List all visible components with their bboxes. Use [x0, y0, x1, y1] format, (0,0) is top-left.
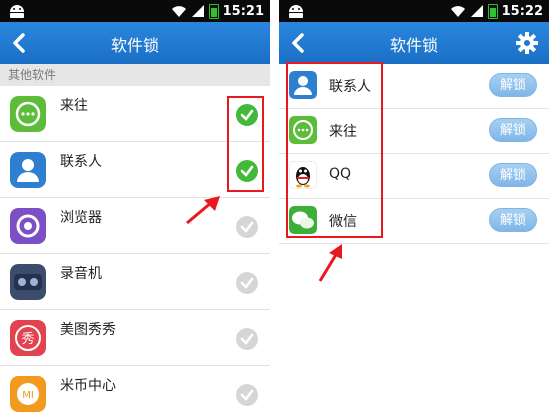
app-name: 米币中心: [60, 378, 116, 394]
red-arrow-icon: [186, 196, 220, 225]
check-off-icon[interactable]: [236, 384, 258, 406]
battery-icon: [487, 3, 498, 19]
mibi-icon-text: MI: [22, 390, 34, 401]
screen-left: 15:21 软件锁 其他软件 来往 联系人 浏览器 录音机 秀 美图秀秀 MI …: [0, 0, 270, 415]
browser-icon: [10, 208, 46, 244]
divider: [270, 0, 279, 415]
unlock-button[interactable]: 解锁: [489, 208, 537, 232]
highlight-box: [227, 96, 264, 192]
meitu-icon: 秀: [10, 320, 46, 356]
status-time: 15:21: [222, 3, 264, 19]
signal-icon: [470, 5, 483, 17]
list-item-browser[interactable]: 浏览器: [0, 198, 270, 254]
status-bar: 15:21: [0, 0, 270, 22]
status-bar: 15:22: [279, 0, 549, 22]
title-bar: 软件锁: [0, 22, 270, 64]
unlock-button[interactable]: 解锁: [489, 73, 537, 97]
signal-icon: [191, 5, 204, 17]
list-item-mibi[interactable]: MI 米币中心: [0, 366, 270, 415]
android-icon: [10, 5, 24, 18]
list-item-meitu[interactable]: 秀 美图秀秀: [0, 310, 270, 366]
list-item-recorder[interactable]: 录音机: [0, 254, 270, 310]
gear-icon[interactable]: [515, 31, 539, 55]
status-time: 15:22: [501, 3, 543, 19]
page-title: 软件锁: [389, 36, 438, 55]
title-bar: 软件锁: [279, 22, 549, 64]
unlock-button[interactable]: 解锁: [489, 163, 537, 187]
highlight-box: [286, 62, 383, 238]
battery-icon: [208, 3, 219, 19]
unlock-button[interactable]: 解锁: [489, 118, 537, 142]
wifi-icon: [171, 6, 186, 17]
red-arrow-icon: [318, 244, 342, 282]
app-name: 浏览器: [60, 210, 102, 226]
app-name: 联系人: [60, 154, 102, 170]
app-name: 录音机: [60, 266, 102, 282]
check-off-icon[interactable]: [236, 216, 258, 238]
page-title: 软件锁: [110, 36, 159, 55]
app-name: 美图秀秀: [60, 322, 116, 338]
screen-right: 15:22 软件锁 联系人 解锁 来往 解锁 QQ 解锁 微信 解锁: [279, 0, 549, 415]
meitu-icon-text: 秀: [21, 332, 34, 347]
mibi-icon: MI: [10, 376, 46, 412]
contacts-icon: [10, 152, 46, 188]
recorder-icon: [10, 264, 46, 300]
android-icon: [289, 5, 303, 18]
laiwang-icon: [10, 96, 46, 132]
wifi-icon: [450, 6, 465, 17]
check-off-icon[interactable]: [236, 328, 258, 350]
check-off-icon[interactable]: [236, 272, 258, 294]
app-name: 来往: [60, 98, 88, 114]
section-header: 其他软件: [0, 64, 270, 86]
